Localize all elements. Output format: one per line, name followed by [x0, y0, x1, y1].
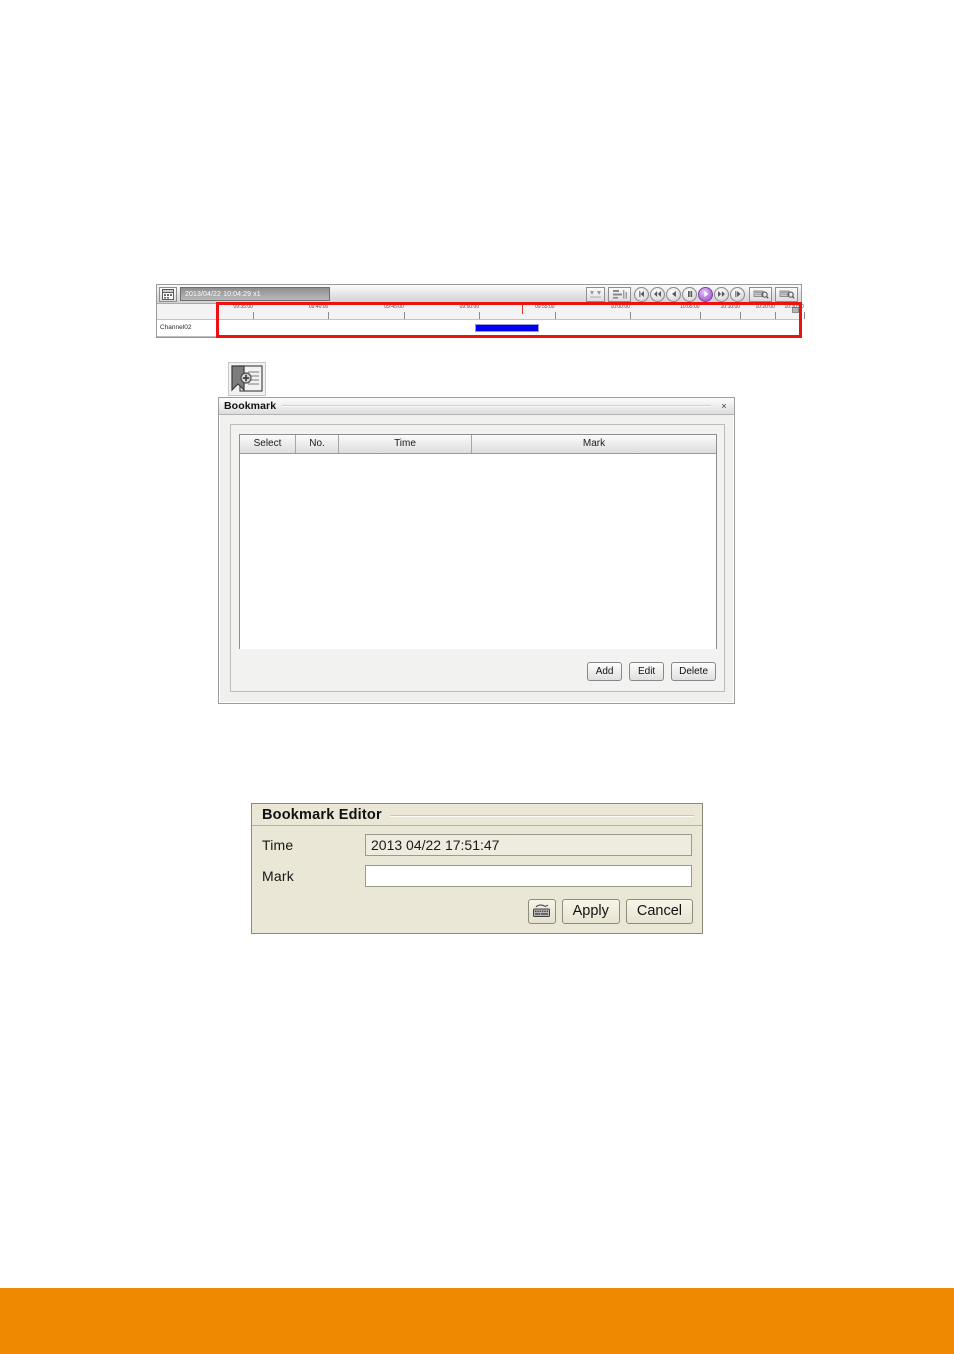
titlebar-divider — [389, 814, 694, 817]
calendar-icon — [162, 288, 174, 300]
fast-forward-button[interactable] — [714, 286, 729, 302]
bookmark-dialog-title: Bookmark — [224, 400, 277, 412]
virtual-keyboard-button[interactable] — [527, 899, 556, 924]
mark-input[interactable] — [365, 864, 692, 887]
column-header-time[interactable]: Time — [339, 435, 472, 453]
rewind-icon — [654, 291, 661, 297]
step-backward-icon — [671, 291, 676, 297]
timeline-ruler[interactable]: 09:35:00 09:40:00 09:45:00 09:50:00 09:55:00… — [157, 304, 805, 320]
search-zoom-in-icon — [753, 290, 769, 299]
bookmark-table-header: Select No. Time Mark — [240, 435, 716, 454]
ruler-tick-label: 10:10:00 — [720, 304, 741, 310]
timeline-window: 2013/04/22 10:04:29 x1 09:35:00 09:40:00… — [156, 284, 805, 338]
channel-label: Channel02 — [157, 320, 219, 336]
apply-button[interactable]: Apply — [561, 899, 620, 924]
bookmark-table-body[interactable] — [240, 454, 716, 649]
search-zoom-in-button[interactable] — [749, 286, 772, 302]
ruler-tick-label: 10:30:00 — [784, 304, 804, 310]
search-zoom-out-icon — [779, 290, 795, 299]
add-button[interactable]: Add — [587, 662, 623, 681]
timeline-channel-row[interactable]: Channel02 — [157, 320, 801, 337]
ruler-tick: 10:00:00 — [610, 304, 639, 319]
column-header-no[interactable]: No. — [296, 435, 339, 453]
bookmark-dialog-actions: Add Edit Delete — [587, 662, 716, 681]
select-range-icon — [589, 290, 601, 297]
bookmark-editor-title: Bookmark Editor — [262, 806, 382, 823]
pause-icon — [687, 291, 692, 297]
step-first-icon — [638, 291, 644, 297]
ruler-tick-label: 10:00:00 — [610, 304, 630, 310]
step-backward-button[interactable] — [666, 286, 681, 302]
ruler-tick: 09:55:00 — [535, 304, 564, 319]
footer-band — [0, 1288, 954, 1354]
edit-button[interactable]: Edit — [629, 662, 665, 681]
ruler-tick-label: 10:20:00 — [755, 304, 775, 310]
column-header-mark[interactable]: Mark — [472, 435, 716, 453]
playback-toolbar: 2013/04/22 10:04:29 x1 — [157, 285, 801, 304]
delete-button[interactable]: Delete — [671, 662, 716, 681]
ruler-tick: 10:30:00 — [784, 304, 813, 319]
playback-controls — [634, 286, 746, 302]
recording-segment-bar[interactable] — [475, 324, 539, 332]
time-label: Time — [262, 836, 294, 853]
search-zoom-out-button[interactable] — [775, 286, 798, 302]
ruler-tick: 09:50:00 — [460, 304, 488, 319]
time-value-field[interactable]: 2013 04/22 17:51:47 — [365, 833, 692, 856]
ruler-tick: 09:45:00 — [384, 304, 413, 319]
segment-list-icon — [612, 290, 627, 299]
ruler-tick: 10:05:00 — [680, 304, 709, 319]
close-icon[interactable]: × — [717, 400, 731, 413]
play-button[interactable] — [698, 286, 713, 302]
select-range-button[interactable] — [586, 286, 605, 302]
mark-row: Mark — [252, 863, 702, 888]
bookmark-table[interactable]: Select No. Time Mark — [239, 434, 717, 649]
bookmark-editor-dialog: Bookmark Editor Time 2013 04/22 17:51:47… — [251, 803, 703, 934]
ruler-tick-label: 09:40:00 — [308, 304, 329, 310]
cancel-button[interactable]: Cancel — [625, 899, 693, 924]
pause-button[interactable] — [682, 286, 697, 302]
play-icon — [703, 291, 708, 297]
current-datetime-display[interactable]: 2013/04/22 10:04:29 x1 — [180, 287, 330, 301]
playback-timeline-panel: 2013/04/22 10:04:29 x1 09:35:00 09:40:00… — [156, 284, 805, 338]
timeline-playhead[interactable] — [521, 304, 523, 314]
virtual-keyboard-icon — [532, 904, 550, 917]
ruler-tick-label: 09:55:00 — [535, 304, 555, 310]
fast-forward-icon — [718, 291, 725, 297]
time-row: Time 2013 04/22 17:51:47 — [252, 832, 702, 857]
add-bookmark-button[interactable] — [228, 362, 266, 396]
ruler-tick-label: 09:35:00 — [233, 304, 253, 310]
calendar-button[interactable] — [159, 286, 177, 302]
bookmark-dialog: Bookmark × Select No. Time Mark Add Edit… — [218, 397, 735, 704]
bookmark-dialog-body: Select No. Time Mark Add Edit Delete — [230, 424, 725, 692]
column-header-select[interactable]: Select — [240, 435, 296, 453]
bookmark-dialog-titlebar[interactable]: Bookmark × — [219, 398, 734, 415]
bookmark-editor-actions: Apply Cancel — [527, 899, 693, 924]
ruler-rowhead — [157, 304, 219, 319]
mark-label: Mark — [262, 867, 294, 884]
rewind-button[interactable] — [650, 286, 665, 302]
bookmark-editor-titlebar[interactable]: Bookmark Editor — [252, 804, 702, 826]
ruler-tick-label: 09:45:00 — [384, 304, 404, 310]
step-forward-icon — [734, 291, 741, 297]
ruler-tick: 09:40:00 — [309, 304, 338, 319]
add-bookmark-icon — [231, 365, 263, 392]
titlebar-divider — [282, 405, 711, 407]
ruler-tick: 10:10:00 — [721, 304, 749, 319]
ruler-tick: 09:35:00 — [233, 304, 262, 319]
ruler-tick-label: 09:50:00 — [459, 304, 480, 310]
ruler-tick: 10:20:00 — [755, 304, 784, 319]
segment-list-button[interactable] — [608, 286, 631, 302]
step-first-button[interactable] — [634, 286, 649, 302]
ruler-tick-label: 10:05:00 — [680, 304, 700, 310]
step-forward-button[interactable] — [730, 286, 745, 302]
